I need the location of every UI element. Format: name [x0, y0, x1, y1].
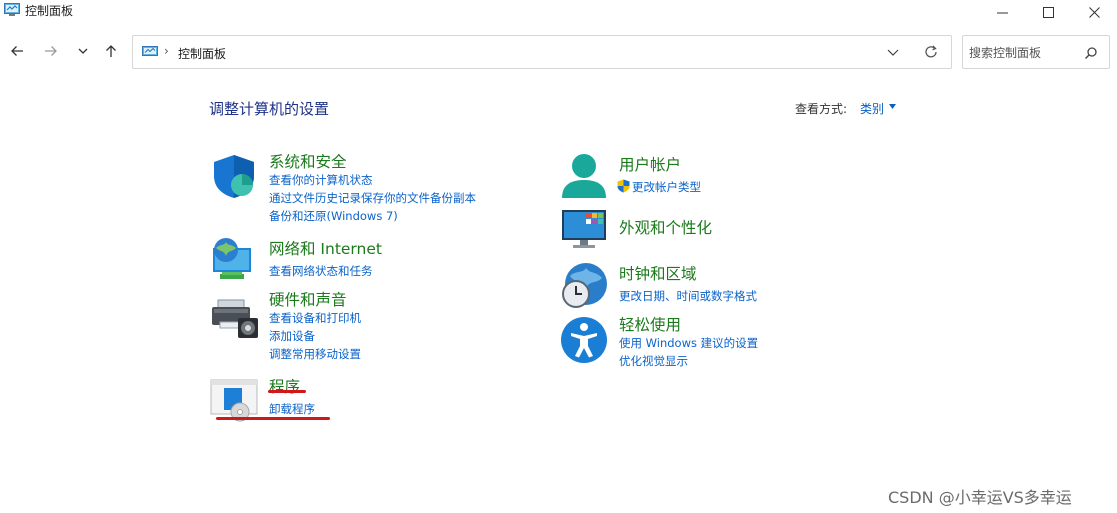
red-underline-annotation: [216, 417, 330, 420]
uac-shield-icon: [617, 179, 630, 193]
maximize-button[interactable]: [1025, 0, 1071, 24]
refresh-icon[interactable]: [923, 44, 939, 60]
user-icon: [562, 154, 606, 198]
minimize-button[interactable]: [979, 0, 1025, 24]
monitor-colors-icon: [562, 210, 606, 248]
close-button[interactable]: [1071, 0, 1117, 24]
user-accounts-title[interactable]: 用户帐户: [619, 153, 681, 175]
programs-disc-icon: [210, 379, 258, 422]
link-backup-restore[interactable]: 备份和还原(Windows 7): [269, 208, 398, 224]
ease-access-title[interactable]: 轻松使用: [619, 313, 681, 335]
search-box[interactable]: [962, 35, 1110, 69]
recent-locations-button[interactable]: [72, 40, 94, 62]
system-security-title[interactable]: 系统和安全: [269, 150, 347, 172]
network-title[interactable]: 网络和 Internet: [269, 237, 382, 259]
page-title: 调整计算机的设置: [209, 100, 330, 118]
window-title: 控制面板: [25, 4, 74, 18]
search-icon[interactable]: [1084, 46, 1098, 60]
maximize-icon: [1042, 6, 1054, 18]
title-bar: 控制面板: [0, 0, 1117, 24]
view-by-dropdown[interactable]: 类别: [860, 100, 884, 117]
link-mobility-settings[interactable]: 调整常用移动设置: [269, 346, 361, 362]
chevron-down-icon[interactable]: [887, 47, 899, 57]
view-by-label: 查看方式:: [795, 102, 848, 116]
navigation-bar: › 控制面板: [0, 24, 1117, 80]
clock-region-title[interactable]: 时钟和区域: [619, 262, 697, 284]
appearance-title[interactable]: 外观和个性化: [619, 216, 712, 238]
link-optimize-visual-display[interactable]: 优化视觉显示: [619, 353, 688, 369]
hardware-title[interactable]: 硬件和声音: [269, 288, 347, 310]
close-icon: [1088, 6, 1100, 18]
link-change-account-type[interactable]: 更改帐户类型: [617, 179, 701, 195]
clock-globe-icon: [562, 263, 607, 308]
link-view-computer-status[interactable]: 查看你的计算机状态: [269, 172, 373, 188]
up-arrow-icon: [106, 45, 116, 57]
link-change-date-time-format[interactable]: 更改日期、时间或数字格式: [619, 288, 757, 304]
change-account-type-label: 更改帐户类型: [632, 180, 701, 194]
link-uninstall-program[interactable]: 卸载程序: [269, 401, 315, 417]
link-devices-printers[interactable]: 查看设备和打印机: [269, 310, 361, 326]
forward-arrow-icon: [45, 46, 57, 56]
link-windows-recommended-settings[interactable]: 使用 Windows 建议的设置: [619, 335, 758, 351]
back-button[interactable]: [6, 40, 28, 62]
forward-button[interactable]: [40, 40, 62, 62]
watermark: CSDN @小幸运VS多幸运: [888, 488, 1072, 507]
printer-speaker-icon: [212, 299, 258, 338]
breadcrumb-control-panel[interactable]: 控制面板: [178, 45, 226, 62]
chevron-down-icon: [78, 48, 88, 54]
caret-down-icon[interactable]: [889, 104, 896, 109]
network-globe-icon: [213, 238, 251, 279]
red-underline-annotation: [268, 390, 306, 393]
up-button[interactable]: [100, 40, 122, 62]
address-bar[interactable]: › 控制面板: [132, 35, 952, 69]
search-input[interactable]: [969, 44, 1079, 62]
accessibility-icon: [561, 317, 607, 363]
minimize-icon: [996, 12, 1008, 13]
back-arrow-icon: [11, 46, 23, 56]
link-file-history-backup[interactable]: 通过文件历史记录保存你的文件备份副本: [269, 190, 476, 206]
control-panel-icon: [142, 46, 158, 56]
programs-title[interactable]: 程序: [269, 375, 300, 397]
link-add-device[interactable]: 添加设备: [269, 328, 315, 344]
shield-icon: [214, 155, 254, 198]
link-network-status[interactable]: 查看网络状态和任务: [269, 263, 373, 279]
control-panel-icon: [4, 3, 20, 16]
breadcrumb-separator: ›: [164, 44, 169, 58]
